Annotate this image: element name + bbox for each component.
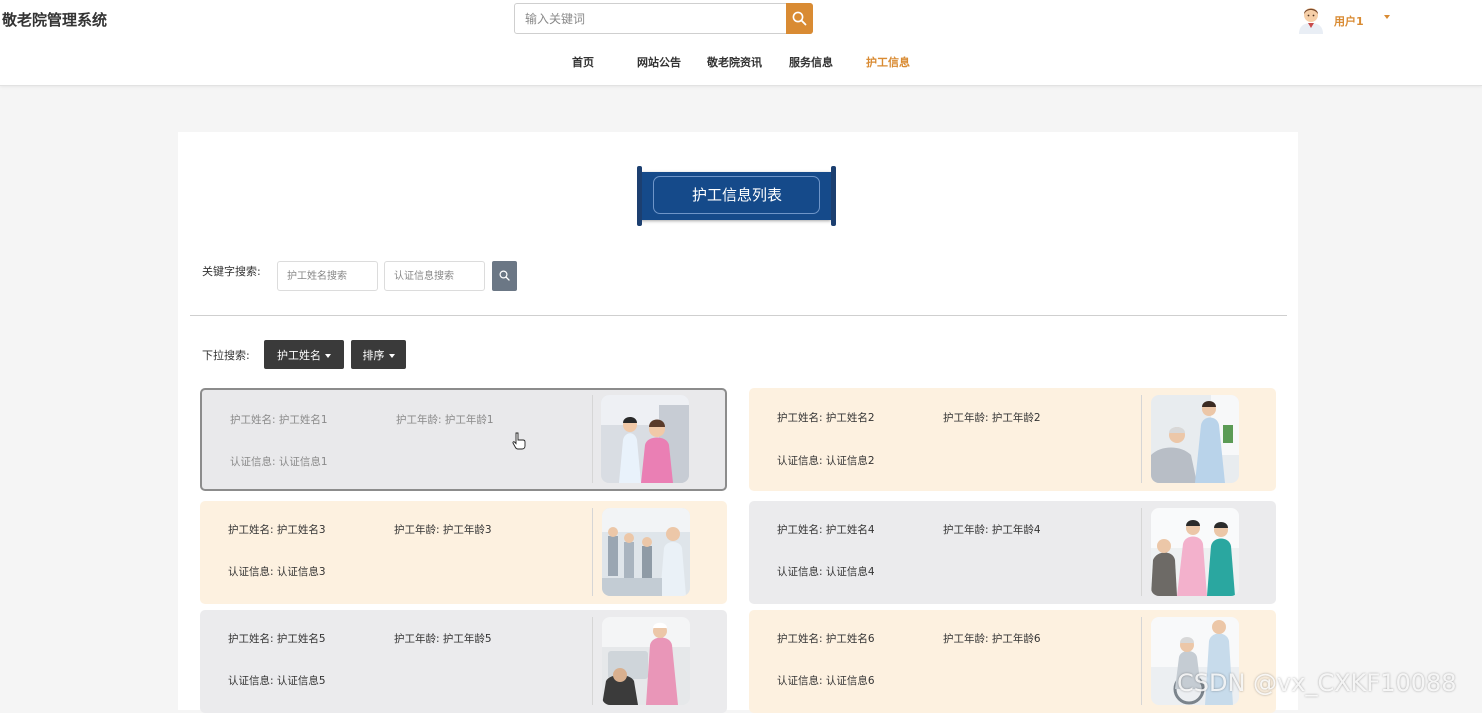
card-divider (592, 395, 593, 483)
card-name: 护工姓名: 护工姓名1 (230, 414, 328, 426)
nav-caregivers[interactable]: 护工信息 (866, 54, 910, 70)
keyword-search-button[interactable] (492, 261, 517, 291)
caregiver-photo (1151, 508, 1239, 596)
keyword-search-label: 关键字搜索: (202, 265, 261, 278)
card-divider (592, 508, 593, 596)
card-name: 护工姓名: 护工姓名3 (228, 524, 326, 536)
card-cert: 认证信息: 认证信息2 (777, 455, 875, 467)
avatar (1296, 2, 1326, 34)
card-cert: 认证信息: 认证信息4 (777, 566, 875, 578)
card-name: 护工姓名: 护工姓名6 (777, 633, 875, 645)
card-name: 护工姓名: 护工姓名5 (228, 633, 326, 645)
watermark: CSDN @vx_CXKF10088 (1177, 669, 1457, 697)
card-age: 护工年龄: 护工年龄5 (394, 633, 492, 645)
main-nav: 首页 网站公告 敬老院资讯 服务信息 护工信息 (0, 52, 1482, 72)
caret-down-icon (388, 353, 395, 358)
card-age: 护工年龄: 护工年龄2 (943, 412, 1041, 424)
caregiver-name-dropdown[interactable]: 护工姓名 (264, 340, 344, 369)
dropdown-label: 排序 (362, 348, 385, 362)
caregiver-card-4[interactable]: 护工姓名: 护工姓名4 护工年龄: 护工年龄4 认证信息: 认证信息4 (749, 501, 1276, 604)
caregiver-photo (1151, 395, 1239, 483)
card-divider (1141, 508, 1142, 596)
nav-services[interactable]: 服务信息 (789, 54, 833, 70)
caregiver-card-1[interactable]: 护工姓名: 护工姓名1 护工年龄: 护工年龄1 认证信息: 认证信息1 (200, 388, 727, 491)
card-age: 护工年龄: 护工年龄1 (396, 414, 494, 426)
card-divider (1141, 395, 1142, 483)
card-age: 护工年龄: 护工年龄3 (394, 524, 492, 536)
caregiver-card-5[interactable]: 护工姓名: 护工姓名5 护工年龄: 护工年龄5 认证信息: 认证信息5 (200, 610, 727, 713)
caregiver-photo (601, 395, 689, 483)
page-title-banner: 护工信息列表 (637, 164, 837, 228)
nav-announcements[interactable]: 网站公告 (637, 54, 681, 70)
dropdown-label: 护工姓名 (277, 348, 321, 362)
caret-down-icon (325, 353, 331, 358)
global-search-input[interactable] (515, 4, 785, 33)
caregiver-card-6[interactable]: 护工姓名: 护工姓名6 护工年龄: 护工年龄6 认证信息: 认证信息6 (749, 610, 1276, 713)
nav-home[interactable]: 首页 (572, 54, 594, 70)
card-cert: 认证信息: 认证信息3 (228, 566, 326, 578)
certification-search-input[interactable] (384, 261, 485, 291)
user-name: 用户1 (1334, 15, 1364, 28)
app-title[interactable]: 敬老院管理系统 (2, 9, 107, 30)
card-age: 护工年龄: 护工年龄6 (943, 633, 1041, 645)
caregiver-name-search-input[interactable] (277, 261, 378, 291)
caregiver-photo (602, 617, 690, 705)
nav-news[interactable]: 敬老院资讯 (707, 54, 762, 70)
global-search-button[interactable] (786, 3, 813, 34)
search-icon (792, 11, 807, 26)
card-divider (592, 617, 593, 705)
global-search (514, 3, 813, 34)
caregiver-card-3[interactable]: 护工姓名: 护工姓名3 护工年龄: 护工年龄3 认证信息: 认证信息3 (200, 501, 727, 604)
card-age: 护工年龄: 护工年龄4 (943, 524, 1041, 536)
card-cert: 认证信息: 认证信息5 (228, 675, 326, 687)
page-title: 护工信息列表 (691, 186, 782, 204)
caregiver-card-2[interactable]: 护工姓名: 护工姓名2 护工年龄: 护工年龄2 认证信息: 认证信息2 (749, 388, 1276, 491)
caregiver-photo (602, 508, 690, 596)
chevron-down-icon (1384, 15, 1390, 19)
top-bar: 敬老院管理系统 用户1 首页 网站公告 敬老院资讯 服务信息 护工信息 (0, 0, 1482, 86)
divider (190, 315, 1287, 316)
card-cert: 认证信息: 认证信息1 (230, 456, 328, 468)
sort-dropdown[interactable]: 排序 (351, 340, 406, 369)
main-content: 护工信息列表 关键字搜索: 下拉搜索: 护工姓名 排序 护工姓名: 护工姓名1 … (178, 132, 1298, 713)
card-name: 护工姓名: 护工姓名4 (777, 524, 875, 536)
mouse-cursor-icon (512, 432, 526, 450)
card-name: 护工姓名: 护工姓名2 (777, 412, 875, 424)
search-icon (499, 270, 510, 281)
card-cert: 认证信息: 认证信息6 (777, 675, 875, 687)
card-divider (1141, 617, 1142, 705)
dropdown-search-label: 下拉搜索: (202, 349, 250, 362)
